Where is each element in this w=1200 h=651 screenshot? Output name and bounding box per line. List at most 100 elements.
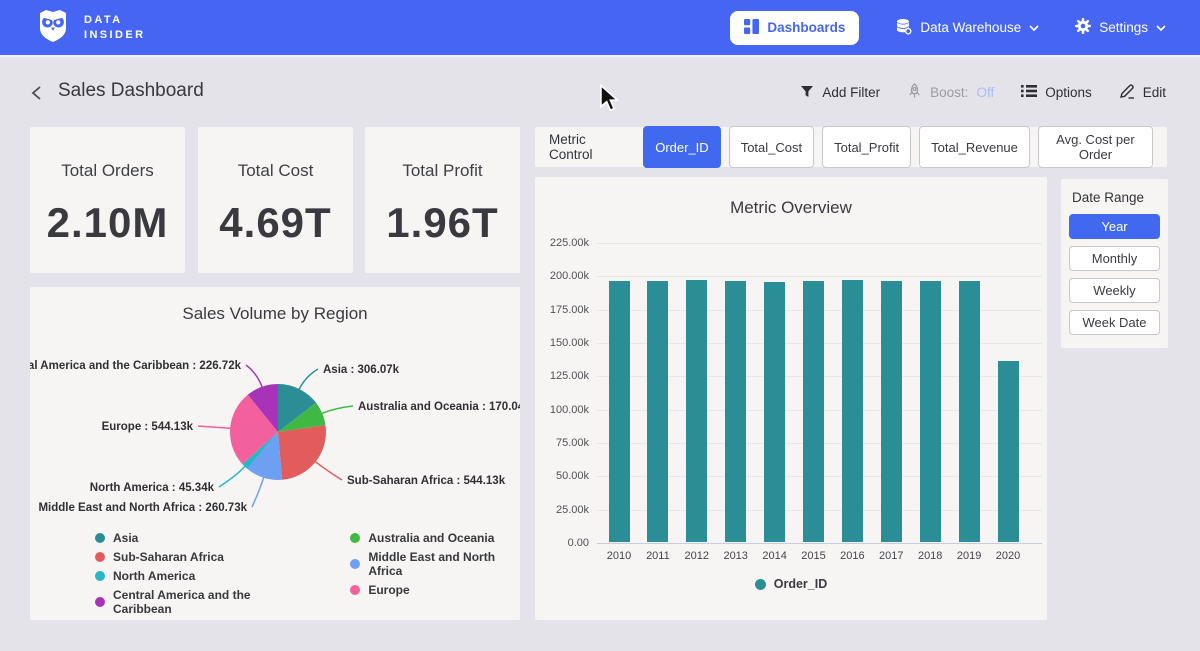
date-range-weekly[interactable]: Weekly [1069, 278, 1160, 303]
bar-2018[interactable] [920, 281, 941, 542]
metric-control-label: Metric Control [549, 132, 629, 162]
dashboards-button[interactable]: Dashboards [730, 11, 859, 45]
legend-dot-north-america [95, 571, 105, 581]
metric-overview-chart-card: Metric Overview 225.00k200.00k175.00k150… [535, 177, 1047, 620]
pie-legend-item-europe[interactable]: Europe [350, 583, 520, 597]
bar-2014[interactable] [764, 282, 785, 542]
pie-slice-sub-saharan-africa[interactable] [278, 425, 326, 480]
metric-control-bar: Metric Control Order_IDTotal_CostTotal_P… [535, 127, 1167, 167]
kpi-label: Total Cost [238, 161, 314, 181]
brand-logo[interactable]: DATA INSIDER [34, 6, 145, 49]
page-title: Sales Dashboard [58, 80, 204, 102]
pie-chart-title: Sales Volume by Region [30, 304, 520, 324]
metric-chip-total-profit[interactable]: Total_Profit [822, 126, 911, 168]
back-button[interactable] [28, 83, 48, 103]
legend-label: North America [113, 569, 195, 583]
pie-leader-line-asia [299, 369, 318, 390]
pie-label-asia: Asia : 306.07k [323, 364, 400, 376]
bar-2015[interactable] [803, 281, 824, 542]
y-axis-tick: 75.00k [537, 437, 589, 449]
legend-label: Australia and Oceania [368, 531, 494, 545]
owl-logo-icon [34, 6, 72, 49]
edit-button[interactable]: Edit [1119, 83, 1166, 102]
options-list-icon [1021, 84, 1037, 101]
brand-name: DATA INSIDER [84, 13, 145, 43]
kpi-card-total-orders: Total Orders 2.10M [30, 127, 185, 273]
x-axis-tick-2018: 2018 [918, 550, 942, 562]
date-range-options: Year Monthly Weekly Week Date [1069, 214, 1160, 335]
pie-legend-item-australia-and-oceania[interactable]: Australia and Oceania [350, 531, 520, 545]
pie-legend-item-asia[interactable]: Asia [95, 531, 298, 545]
date-range-year[interactable]: Year [1069, 214, 1160, 239]
y-axis-tick: 175.00k [537, 304, 589, 316]
legend-label: Asia [113, 531, 138, 545]
pie-chart: Asia : 306.07k Australia and Oceania : 17… [30, 327, 520, 527]
y-axis-tick: 150.00k [537, 337, 589, 349]
pie-label-europe: Europe : 544.13k [102, 421, 194, 433]
pencil-icon [1119, 83, 1135, 102]
pie-label-middle-east-and-north-africa: Middle East and North Africa : 260.73k [38, 502, 247, 514]
mouse-cursor [598, 84, 622, 117]
date-range-panel: Date Range Year Monthly Weekly Week Date [1061, 179, 1168, 348]
metric-chip-order-id[interactable]: Order_ID [643, 126, 720, 168]
x-axis-tick-2012: 2012 [685, 550, 709, 562]
filter-funnel-icon [800, 85, 814, 101]
x-axis-tick-2014: 2014 [762, 550, 786, 562]
bar-2016[interactable] [842, 280, 863, 542]
x-axis-tick-2020: 2020 [996, 550, 1020, 562]
bar-chart-legend: Order_ID [535, 577, 1047, 591]
bar-2010[interactable] [609, 281, 630, 542]
metric-chip-total-cost[interactable]: Total_Cost [729, 126, 814, 168]
date-range-monthly[interactable]: Monthly [1069, 246, 1160, 271]
bar-2020[interactable] [998, 361, 1019, 542]
bar-2011[interactable] [647, 281, 668, 542]
chevron-down-icon [1156, 20, 1166, 35]
nav-menu: Dashboards Data Warehouse [730, 11, 1166, 45]
x-axis-tick-2015: 2015 [801, 550, 825, 562]
pie-leader-line-north-america [219, 466, 246, 487]
x-axis-tick-2019: 2019 [957, 550, 981, 562]
pie-label-sub-saharan-africa: Sub-Saharan Africa : 544.13k [347, 475, 506, 487]
pie-legend-item-sub-saharan-africa[interactable]: Sub-Saharan Africa [95, 550, 298, 564]
kpi-card-total-cost: Total Cost 4.69T [198, 127, 353, 273]
legend-label: Middle East and North Africa [368, 550, 520, 578]
x-axis-tick-2011: 2011 [646, 550, 670, 562]
header-toolbar: Add Filter Boost: Off [800, 83, 1166, 102]
legend-dot-middle-east-and-north-africa [350, 559, 360, 569]
gear-icon [1075, 18, 1091, 37]
pie-leader-line-sub-saharan-africa [315, 461, 342, 480]
options-button[interactable]: Options [1021, 84, 1092, 101]
pie-label-australia-and-oceania: Australia and Oceania : 170.04k [358, 401, 520, 413]
legend-label-order-id[interactable]: Order_ID [774, 577, 828, 591]
bar-2012[interactable] [686, 280, 707, 542]
pie-label-north-america: North America : 45.34k [90, 482, 215, 494]
gridline-200.00k [597, 276, 1042, 277]
pie-leader-line-middle-east-and-north-africa [252, 477, 264, 507]
metric-chip-avg-cost-per-order[interactable]: Avg. Cost per Order [1038, 126, 1153, 168]
y-axis-tick: 25.00k [537, 504, 589, 516]
gridline-0.00 [597, 543, 1042, 544]
pie-leader-line-australia-and-oceania [321, 406, 353, 414]
nav-divider [0, 55, 1200, 57]
settings-menu[interactable]: Settings [1075, 18, 1166, 37]
metric-chip-total-revenue[interactable]: Total_Revenue [919, 126, 1030, 168]
pie-legend: Asia Sub-Saharan Africa North America Centr… [95, 531, 520, 616]
date-range-week-date[interactable]: Week Date [1069, 310, 1160, 335]
add-filter-button[interactable]: Add Filter [800, 85, 880, 101]
pie-legend-item-central-america-and-the-caribbean[interactable]: Central America and the Caribbean [95, 588, 298, 616]
pie-legend-item-middle-east-and-north-africa[interactable]: Middle East and North Africa [350, 550, 520, 578]
data-warehouse-menu[interactable]: Data Warehouse [895, 18, 1039, 38]
bar-2017[interactable] [881, 281, 902, 542]
date-range-label: Date Range [1069, 190, 1160, 205]
x-axis-tick-2016: 2016 [840, 550, 864, 562]
x-axis-tick-2013: 2013 [723, 550, 747, 562]
y-axis-tick: 0.00 [537, 537, 589, 549]
boost-toggle[interactable]: Boost: Off [907, 83, 994, 102]
bar-2019[interactable] [959, 281, 980, 542]
metric-chips: Order_IDTotal_CostTotal_ProfitTotal_Reve… [643, 126, 1153, 168]
y-axis-tick: 200.00k [537, 270, 589, 282]
pie-legend-item-north-america[interactable]: North America [95, 569, 298, 583]
y-axis-tick: 125.00k [537, 370, 589, 382]
bar-2013[interactable] [725, 281, 746, 542]
rocket-icon [907, 83, 922, 102]
